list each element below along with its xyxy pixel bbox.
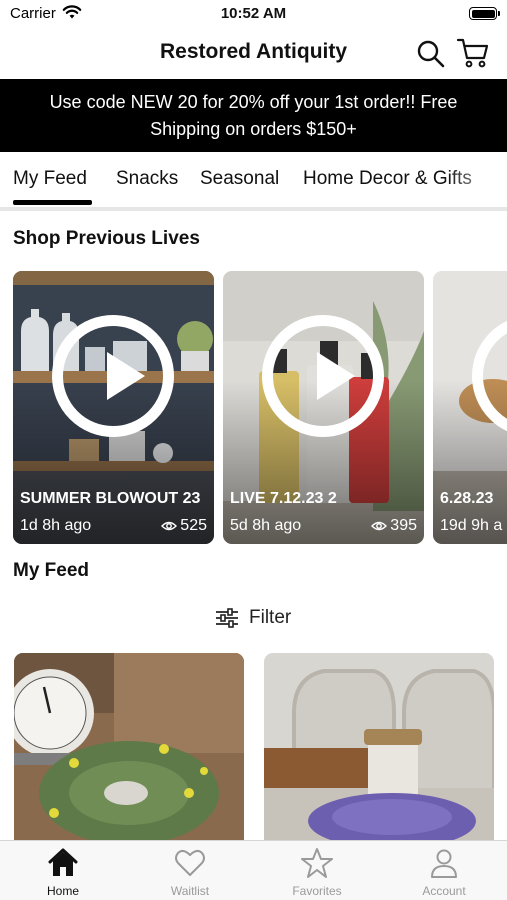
product-image bbox=[264, 653, 494, 843]
live-card[interactable]: SUMMER BLOWOUT 23 1d 8h ago 525 bbox=[13, 271, 214, 544]
live-time-ago: 1d 8h ago bbox=[20, 517, 92, 534]
eye-icon bbox=[161, 521, 178, 531]
home-icon bbox=[48, 848, 78, 876]
search-button[interactable] bbox=[416, 39, 446, 69]
star-icon bbox=[301, 848, 333, 878]
tabbar-waitlist[interactable]: Waitlist bbox=[127, 841, 253, 900]
bottom-tab-bar: Home Waitlist Favorites Account bbox=[0, 840, 507, 900]
filter-button[interactable]: Filter bbox=[215, 604, 291, 632]
tab-seasonal[interactable]: Seasonal bbox=[200, 168, 279, 190]
live-view-count: 395 bbox=[390, 517, 417, 534]
product-image bbox=[14, 653, 244, 843]
filter-sliders-icon bbox=[216, 608, 238, 628]
live-time-ago: 5d 8h ago bbox=[230, 517, 302, 534]
nav-bar: Restored Antiquity bbox=[0, 30, 507, 78]
product-card[interactable] bbox=[14, 653, 244, 843]
cart-button[interactable] bbox=[456, 37, 490, 69]
clock: 10:52 AM bbox=[220, 5, 287, 22]
live-views: 525 bbox=[161, 517, 207, 535]
live-time-ago: 19d 9h a bbox=[440, 517, 503, 534]
tabbar-account[interactable]: Account bbox=[381, 841, 507, 900]
heart-icon bbox=[175, 849, 205, 876]
live-title: SUMMER BLOWOUT 23 bbox=[20, 490, 201, 507]
live-views: 395 bbox=[371, 517, 417, 535]
filter-label: Filter bbox=[249, 607, 292, 628]
play-icon bbox=[262, 315, 384, 437]
play-icon bbox=[52, 315, 174, 437]
cart-icon bbox=[456, 38, 489, 68]
live-card[interactable]: 6.28.23 19d 9h a bbox=[433, 271, 507, 544]
person-icon bbox=[431, 849, 457, 878]
eye-icon bbox=[371, 521, 388, 531]
tabbar-home[interactable]: Home bbox=[0, 841, 126, 900]
live-title: LIVE 7.12.23 2 bbox=[230, 490, 337, 507]
search-icon bbox=[417, 40, 445, 68]
tabbar-label: Favorites bbox=[292, 884, 342, 898]
tab-my-feed[interactable]: My Feed bbox=[13, 168, 87, 190]
status-bar: Carrier 10:52 AM bbox=[0, 0, 507, 30]
previous-lives-carousel[interactable]: SUMMER BLOWOUT 23 1d 8h ago 525 LIVE 7.1… bbox=[13, 271, 507, 544]
tabbar-label: Account bbox=[422, 884, 466, 898]
feed-title: My Feed bbox=[13, 560, 90, 581]
tabbar-label: Home bbox=[46, 884, 79, 898]
product-card[interactable] bbox=[264, 653, 494, 843]
selected-tab-indicator bbox=[13, 200, 92, 205]
promo-text: Use code NEW 20 for 20% off your 1st ord… bbox=[49, 91, 458, 139]
live-view-count: 525 bbox=[180, 517, 207, 534]
tabbar-favorites[interactable]: Favorites bbox=[254, 841, 380, 900]
tabbar-label: Waitlist bbox=[170, 884, 210, 898]
category-tabs: My Feed Snacks Seasonal Home Decor & Gif… bbox=[0, 152, 507, 209]
tabs-fade bbox=[447, 152, 507, 209]
tabs-divider bbox=[0, 207, 507, 211]
tab-snacks[interactable]: Snacks bbox=[116, 168, 178, 190]
previous-lives-title: Shop Previous Lives bbox=[13, 228, 200, 249]
live-card[interactable]: LIVE 7.12.23 2 5d 8h ago 395 bbox=[223, 271, 424, 544]
live-title: 6.28.23 bbox=[440, 490, 494, 507]
promo-banner[interactable]: Use code NEW 20 for 20% off your 1st ord… bbox=[0, 79, 507, 152]
battery-icon bbox=[469, 7, 500, 20]
